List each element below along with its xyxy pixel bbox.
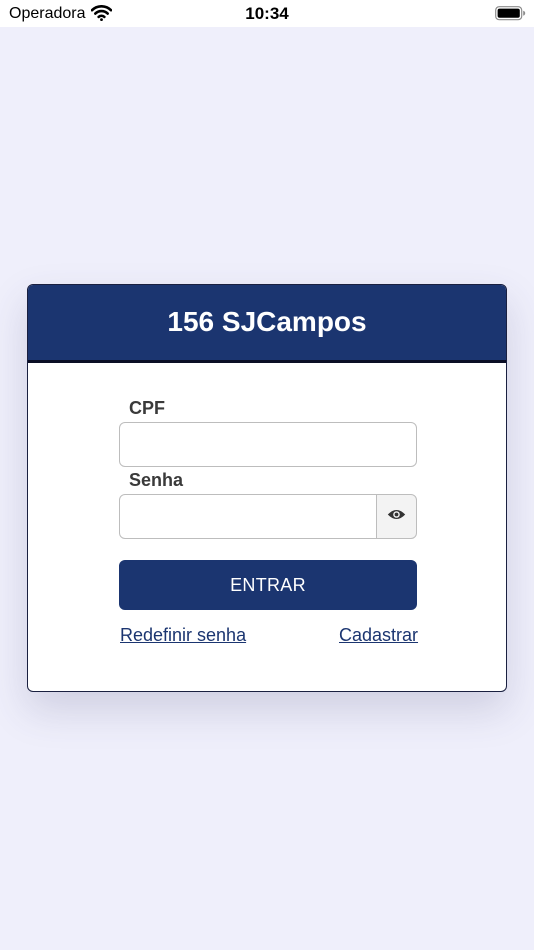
battery-icon [495,6,526,26]
cpf-label: CPF [129,398,165,418]
card-header: 156 SJCampos [28,285,506,363]
entrar-button[interactable]: ENTRAR [119,560,417,610]
app-title: 156 SJCampos [167,306,367,337]
eye-icon [387,508,406,526]
reset-password-link[interactable]: Redefinir senha [120,625,246,646]
signup-link[interactable]: Cadastrar [339,625,418,646]
senha-label: Senha [129,470,184,490]
cpf-input[interactable] [119,422,417,467]
status-bar: Operadora 10:34 [0,0,534,27]
senha-input[interactable] [119,494,377,539]
login-card: 156 SJCampos CPF Senha ENTRAR Redefinir … [27,284,507,692]
show-password-button[interactable] [376,494,417,539]
clock: 10:34 [245,4,289,23]
